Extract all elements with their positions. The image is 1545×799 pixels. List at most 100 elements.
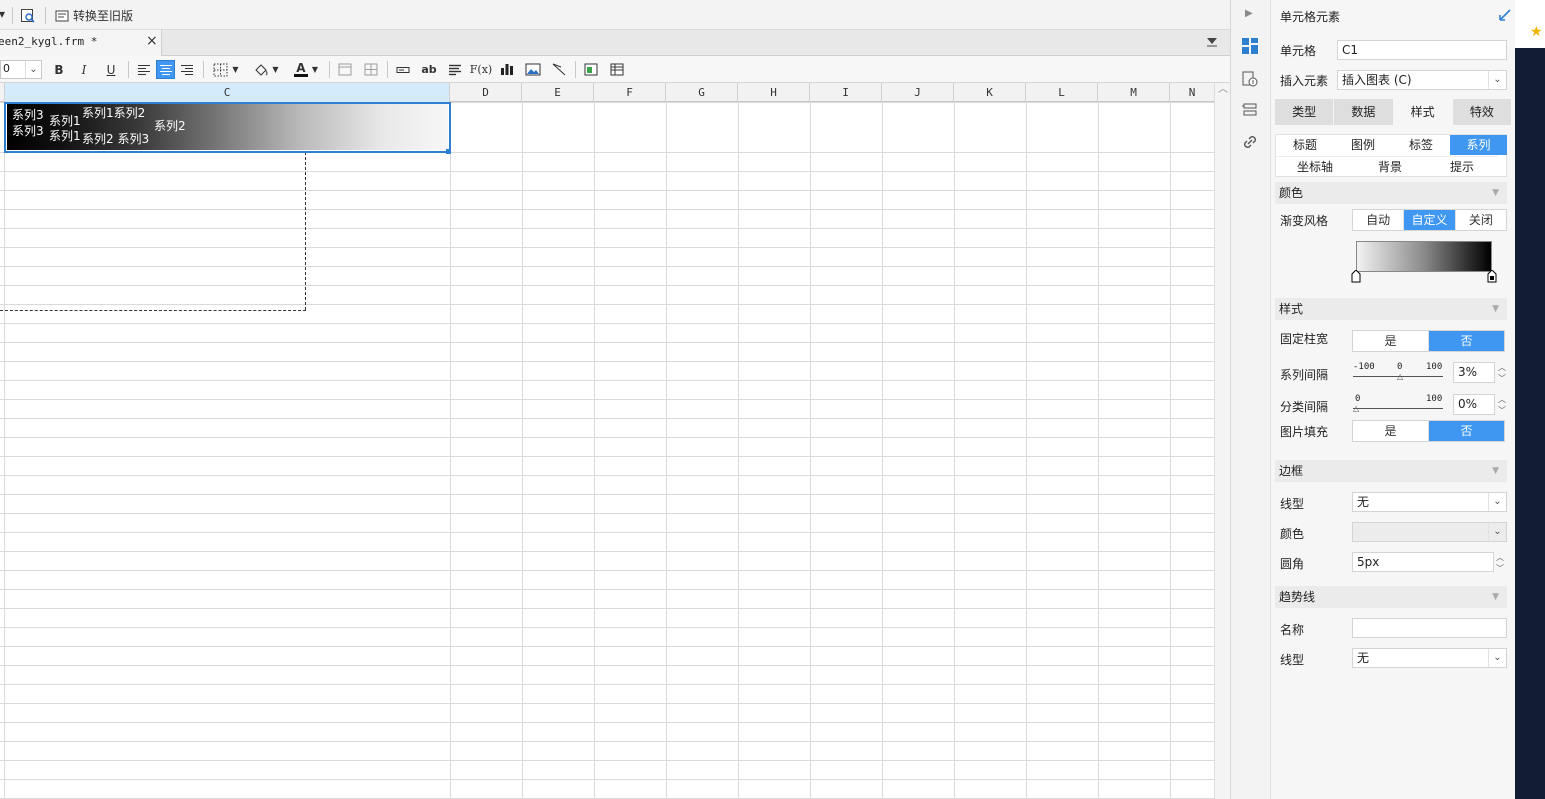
fixed-width-no[interactable]: 否 <box>1429 331 1504 351</box>
italic-button[interactable]: I <box>75 60 93 79</box>
subtab-legend[interactable]: 图例 <box>1334 135 1392 155</box>
column-header-e[interactable]: E <box>522 83 594 102</box>
section-border[interactable]: 边框 ▼ <box>1275 460 1507 482</box>
align-center-icon[interactable] <box>156 60 175 79</box>
gradient-preview-bar[interactable] <box>1356 241 1492 272</box>
image-icon[interactable] <box>524 60 542 79</box>
grid-row-line <box>0 209 1214 210</box>
preview-icon[interactable] <box>18 6 38 25</box>
text-ab-button[interactable]: ab <box>420 60 438 79</box>
collapse-arrow-icon[interactable]: ▶ <box>1245 8 1253 19</box>
grid-table-icon[interactable] <box>608 60 626 79</box>
tab-type[interactable]: 类型 <box>1275 99 1334 125</box>
corner-radius-input[interactable]: 5px <box>1352 552 1494 572</box>
chart-icon[interactable] <box>498 60 516 79</box>
paragraph-icon[interactable] <box>446 60 464 79</box>
column-header-k[interactable]: K <box>954 83 1026 102</box>
convert-legacy-button[interactable]: 转换至旧版 <box>54 6 138 25</box>
fixed-width-yes[interactable]: 是 <box>1353 331 1429 351</box>
vertical-scrollbar[interactable]: ︿ <box>1214 83 1230 799</box>
grid-column-line <box>738 102 739 799</box>
column-header-h[interactable]: H <box>738 83 810 102</box>
grid-row-line <box>0 589 1214 590</box>
gradient-custom-option[interactable]: 自定义 <box>1404 210 1456 230</box>
category-gap-input[interactable]: 0% <box>1453 394 1495 415</box>
widget-settings-icon[interactable] <box>1241 101 1259 122</box>
column-header-f[interactable]: F <box>594 83 666 102</box>
corner-radius-stepper[interactable]: ︿ ﹀ <box>1494 552 1506 573</box>
column-header-n[interactable]: N <box>1170 83 1214 102</box>
trend-name-input[interactable] <box>1352 618 1507 638</box>
subtab-background[interactable]: 背景 <box>1354 156 1426 176</box>
column-header-l[interactable]: L <box>1026 83 1098 102</box>
subtab-series[interactable]: 系列 <box>1450 135 1507 155</box>
grid-row-line <box>0 323 1214 324</box>
dropdown-icon[interactable]: ▾ <box>0 4 6 23</box>
series-gap-input[interactable]: 3% <box>1453 362 1495 383</box>
gradient-stop-start[interactable] <box>1351 269 1361 283</box>
editor-tab[interactable]: een2_kygl.frm * × <box>0 30 162 56</box>
image-fill-label: 图片填充 <box>1280 425 1329 439</box>
pin-icon[interactable] <box>1499 9 1511 24</box>
align-right-icon[interactable] <box>178 60 196 79</box>
tab-data[interactable]: 数据 <box>1334 99 1393 125</box>
formula-button[interactable]: F(x) <box>470 60 492 79</box>
slider-thumb[interactable]: △ <box>1353 404 1359 413</box>
tab-effects[interactable]: 特效 <box>1452 99 1511 125</box>
grid-row-line <box>0 437 1214 438</box>
grid-column-line <box>1026 102 1027 799</box>
series-gap-stepper[interactable]: ︿ ﹀ <box>1496 362 1508 383</box>
star-icon[interactable]: ★ <box>1530 24 1543 40</box>
bold-button[interactable]: B <box>50 60 68 79</box>
cell-attribute-icon[interactable] <box>1241 70 1259 91</box>
gradient-stop-end[interactable] <box>1487 269 1497 283</box>
subtab-tooltip[interactable]: 提示 <box>1426 156 1498 176</box>
font-size-select[interactable]: 0 ⌄ <box>0 60 42 79</box>
tab-menu-icon[interactable] <box>1205 35 1219 52</box>
column-header-j[interactable]: J <box>882 83 954 102</box>
cell-input[interactable]: C1 <box>1337 40 1507 60</box>
slider-thumb[interactable]: △ <box>1397 372 1403 381</box>
series-gap-slider[interactable]: -100 0 100 △ <box>1353 358 1445 382</box>
gradient-auto-option[interactable]: 自动 <box>1353 210 1405 230</box>
column-header-d[interactable]: D <box>450 83 522 102</box>
insert-element-select[interactable]: 插入图表 (C) ⌄ <box>1337 70 1507 90</box>
tab-style[interactable]: 样式 <box>1393 99 1452 125</box>
line-type-select[interactable]: 无 ⌄ <box>1352 492 1507 512</box>
fill-color-icon[interactable]: ▼ <box>250 60 282 79</box>
subtab-label[interactable]: 标签 <box>1392 135 1450 155</box>
image-fill-no[interactable]: 否 <box>1429 421 1504 441</box>
gradient-off-option[interactable]: 关闭 <box>1456 210 1506 230</box>
category-gap-slider[interactable]: 0 100 △ <box>1353 390 1445 414</box>
spreadsheet-grid[interactable]: 系列3 系列3 系列1 系列1 系列1系列2 系列2 系列3 系列2 <box>0 102 1214 799</box>
category-gap-stepper[interactable]: ︿ ﹀ <box>1496 394 1508 415</box>
sub-report-icon[interactable] <box>582 60 600 79</box>
subtab-title[interactable]: 标题 <box>1276 135 1334 155</box>
slash-icon[interactable] <box>550 60 568 79</box>
section-style[interactable]: 样式 ▼ <box>1275 298 1507 320</box>
split-cells-icon[interactable] <box>362 60 380 79</box>
trend-line-type-select[interactable]: 无 ⌄ <box>1352 648 1507 668</box>
underline-button[interactable]: U <box>102 60 120 79</box>
page-break-horizontal <box>0 310 306 311</box>
tab-close-icon[interactable]: × <box>146 33 158 49</box>
column-header-m[interactable]: M <box>1098 83 1170 102</box>
hyperlink-icon[interactable] <box>1241 133 1259 154</box>
section-color[interactable]: 颜色 ▼ <box>1275 182 1507 204</box>
image-fill-yes[interactable]: 是 <box>1353 421 1429 441</box>
section-trendline[interactable]: 趋势线 ▼ <box>1275 586 1507 608</box>
border-color-select[interactable]: ⌄ <box>1352 522 1507 542</box>
text-field-icon[interactable] <box>394 60 412 79</box>
font-color-icon[interactable]: A ▼ <box>290 60 322 79</box>
subtab-axis[interactable]: 坐标轴 <box>1276 156 1354 176</box>
cell-resize-handle[interactable] <box>446 149 451 154</box>
border-icon[interactable]: ▼ <box>210 60 242 79</box>
column-header-g[interactable]: G <box>666 83 738 102</box>
cell-element-icon[interactable] <box>1241 37 1259 58</box>
column-header-i[interactable]: I <box>810 83 882 102</box>
align-left-icon[interactable] <box>135 60 153 79</box>
merge-cells-icon[interactable] <box>336 60 354 79</box>
scroll-up-icon[interactable]: ︿ <box>1217 85 1229 95</box>
column-header-c[interactable]: C <box>5 83 450 102</box>
chart-area[interactable]: 系列3 系列3 系列1 系列1 系列1系列2 系列2 系列3 系列2 <box>7 104 448 150</box>
